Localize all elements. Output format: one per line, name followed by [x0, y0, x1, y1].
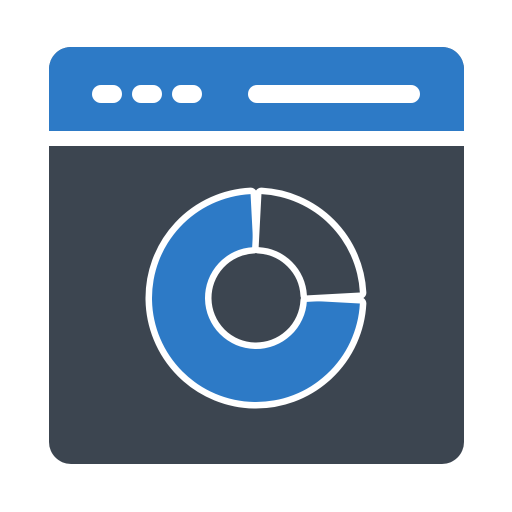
- window-control-dot: [172, 85, 202, 103]
- window-control-dot: [92, 85, 122, 103]
- address-bar-line: [248, 85, 420, 103]
- browser-chart-svg: [49, 47, 464, 464]
- title-bar-divider: [49, 131, 464, 146]
- window-control-dot: [132, 85, 162, 103]
- browser-chart-icon: [0, 0, 512, 512]
